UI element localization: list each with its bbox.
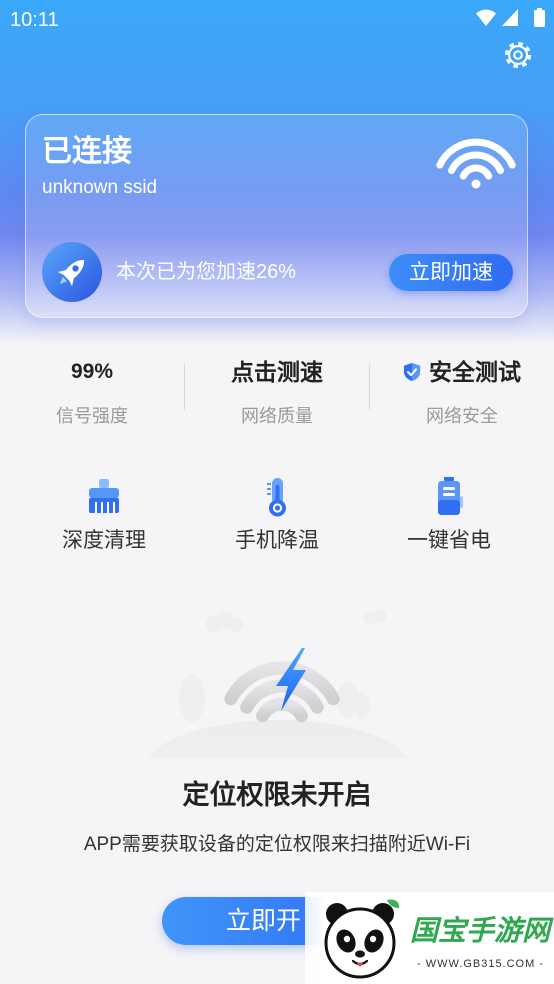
- watermark-name: 国宝手游网: [410, 915, 551, 946]
- battery-icon: [534, 8, 545, 27]
- speed-test-value: 点击测速: [231, 359, 323, 385]
- phone-cooling-label: 手机降温: [235, 529, 319, 552]
- battery-saver-icon: [438, 477, 463, 515]
- deep-clean-label: 深度清理: [62, 529, 146, 552]
- watermark: 国宝手游网 - WWW.GB315.COM -: [305, 892, 554, 984]
- deep-clean-tool[interactable]: 深度清理: [29, 476, 179, 556]
- shield-icon: [403, 363, 421, 381]
- boost-button[interactable]: 立即加速: [389, 254, 513, 291]
- power-saving-label: 一键省电: [407, 529, 491, 552]
- phone-cooling-tool[interactable]: 手机降温: [202, 476, 352, 556]
- wifi-status-icon: [476, 9, 496, 26]
- rocket-icon: [42, 242, 102, 302]
- boost-status-text: 本次已为您加速26%: [116, 261, 297, 283]
- signal-strength-stat[interactable]: 99% 信号强度: [0, 355, 184, 430]
- security-test-row: 安全测试: [370, 359, 554, 385]
- power-saving-tool[interactable]: 一键省电: [374, 476, 524, 556]
- permission-description: APP需要获取设备的定位权限来扫描附近Wi-Fi: [83, 834, 471, 855]
- brush-clean-icon: [89, 479, 119, 513]
- status-time: 10:11: [10, 9, 59, 31]
- signal-strength-value: 99%: [70, 360, 114, 383]
- wifi-icon: [436, 132, 516, 190]
- signal-icon: [502, 9, 518, 26]
- security-test-stat[interactable]: 安全测试 网络安全: [370, 355, 554, 430]
- gear-icon[interactable]: [503, 40, 533, 70]
- permission-title: 定位权限未开启: [182, 780, 372, 810]
- speed-test-stat[interactable]: 点击测速 网络质量: [185, 355, 369, 430]
- panda-logo: [324, 899, 400, 979]
- ssid-label: unknown ssid: [42, 177, 158, 198]
- app-screen: 10:11 已连接 unknown ssid 本次已为您加速26% 立即加速 9…: [0, 0, 554, 984]
- connection-status: 已连接: [42, 135, 132, 168]
- security-test-value: 安全测试: [429, 359, 521, 385]
- signal-strength-label: 信号强度: [56, 406, 128, 426]
- connection-card: 已连接 unknown ssid 本次已为您加速26% 立即加速: [25, 114, 528, 318]
- wifi-lightning-illustration: [148, 609, 408, 758]
- thermometer-icon: [267, 478, 286, 517]
- watermark-url: - WWW.GB315.COM -: [417, 958, 544, 970]
- network-quality-label: 网络质量: [241, 406, 313, 426]
- network-security-label: 网络安全: [426, 406, 498, 426]
